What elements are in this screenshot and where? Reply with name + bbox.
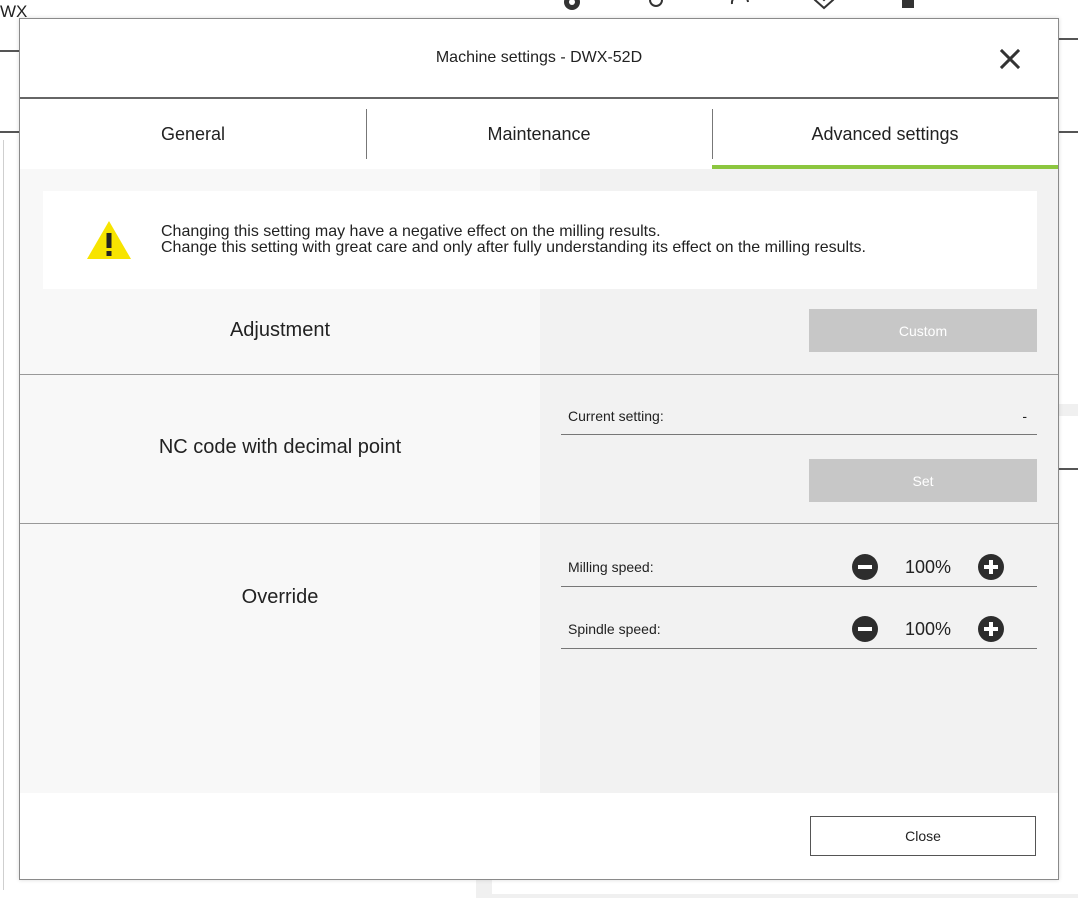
bg-divider <box>1058 131 1078 133</box>
gear-icon[interactable] <box>560 0 584 14</box>
warning-line-1: Changing this setting may have a negativ… <box>161 223 661 240</box>
bg-divider <box>1058 468 1078 470</box>
dialog-header: Machine settings - DWX-52D <box>20 19 1058 99</box>
minus-icon[interactable] <box>852 616 878 642</box>
machine-settings-dialog: Machine settings - DWX-52D General Maint… <box>19 18 1059 880</box>
current-setting-label: Current setting: <box>568 408 664 424</box>
milling-speed-stepper: 100% <box>852 554 1004 580</box>
minus-icon[interactable] <box>852 554 878 580</box>
plus-icon[interactable] <box>978 554 1004 580</box>
advanced-settings-panel: Changing this setting may have a negativ… <box>20 169 1058 793</box>
warning-banner: Changing this setting may have a negativ… <box>43 191 1037 289</box>
tab-label: Advanced settings <box>811 123 959 144</box>
spindle-speed-field: Spindle speed: 100% <box>561 610 1037 649</box>
bg-sidebar-edge <box>3 140 4 890</box>
current-setting-field: Current setting: - <box>561 398 1037 435</box>
bell-icon[interactable] <box>896 0 920 14</box>
bg-panel <box>492 894 1078 898</box>
tab-general[interactable]: General <box>20 99 366 169</box>
nc-code-label: NC code with decimal point <box>158 436 402 458</box>
override-label: Override <box>241 586 319 608</box>
milling-speed-value: 100% <box>904 556 952 577</box>
custom-button[interactable]: Custom <box>809 309 1037 352</box>
close-button[interactable]: Close <box>810 816 1036 856</box>
spindle-speed-label: Spindle speed: <box>568 621 661 637</box>
adjustment-row: Adjustment Custom <box>20 289 1058 375</box>
close-icon[interactable] <box>998 47 1022 71</box>
tab-maintenance[interactable]: Maintenance <box>366 99 712 169</box>
bg-divider <box>0 50 20 52</box>
bg-divider <box>1058 38 1078 40</box>
warning-line-2: Change this setting with great care and … <box>161 239 866 256</box>
override-row: Override Milling speed: 100% Spindle spe… <box>20 524 1058 793</box>
milling-speed-field: Milling speed: 100% <box>561 548 1037 587</box>
heart-icon[interactable] <box>812 0 836 14</box>
milling-speed-label: Milling speed: <box>568 559 654 575</box>
tab-label: General <box>160 123 226 144</box>
plus-icon[interactable] <box>978 616 1004 642</box>
spindle-speed-value: 100% <box>904 618 952 639</box>
user-icon[interactable] <box>644 0 668 14</box>
spindle-speed-stepper: 100% <box>852 616 1004 642</box>
bg-panel <box>476 880 492 898</box>
tab-label: Maintenance <box>487 123 591 144</box>
top-toolbar <box>560 0 920 14</box>
nc-code-row: NC code with decimal point Current setti… <box>20 374 1058 524</box>
warning-icon <box>85 219 133 261</box>
bg-divider <box>0 131 20 133</box>
set-button[interactable]: Set <box>809 459 1037 502</box>
warning-message: Changing this setting may have a negativ… <box>161 224 866 256</box>
current-setting-value: - <box>1022 408 1027 424</box>
tab-bar: General Maintenance Advanced settings <box>20 99 1058 169</box>
sync-icon[interactable] <box>728 0 752 14</box>
dialog-title: Machine settings - DWX-52D <box>435 49 643 66</box>
adjustment-label: Adjustment <box>229 319 331 341</box>
tab-advanced-settings[interactable]: Advanced settings <box>712 99 1058 169</box>
bg-panel <box>1058 404 1078 416</box>
